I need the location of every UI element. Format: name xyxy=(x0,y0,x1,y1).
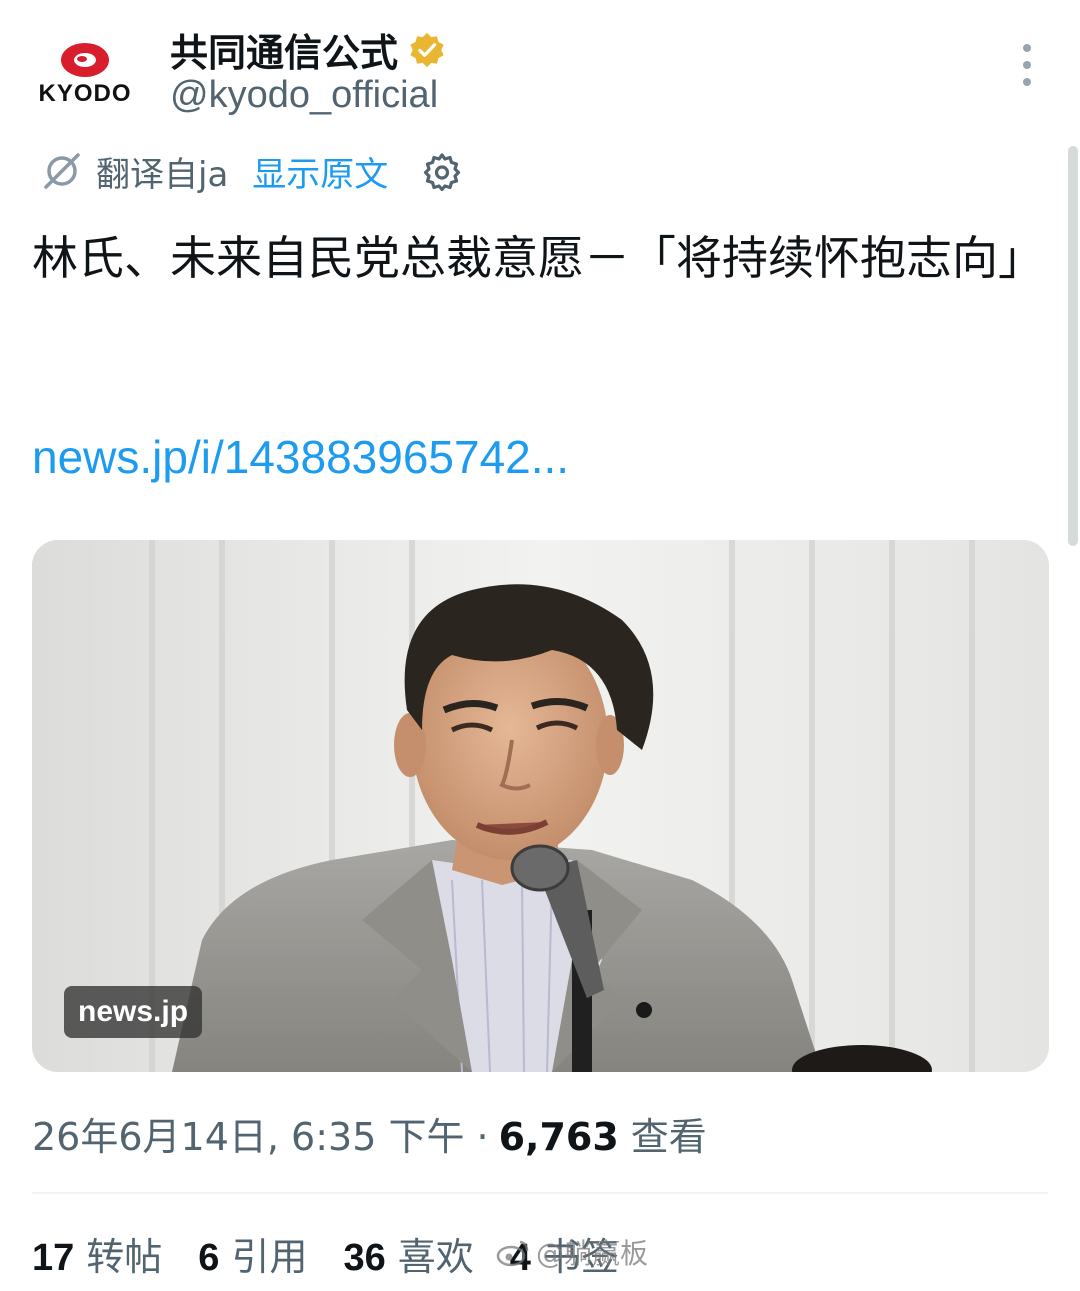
media-source-badge: news.jp xyxy=(64,986,203,1038)
likes-stat[interactable]: 36 喜欢 xyxy=(343,1226,473,1281)
watermark-text: @躺赢板 xyxy=(536,1237,649,1270)
display-name[interactable]: 共同通信公式 xyxy=(170,22,446,77)
views-label: 查看 xyxy=(630,1115,707,1159)
weibo-logo-icon xyxy=(496,1240,529,1267)
likes-count: 36 xyxy=(343,1237,386,1279)
verified-badge-icon xyxy=(410,32,444,67)
tweet-meta: 26年6月14日, 6:35 下午 · 6,763 查看 xyxy=(32,1106,707,1161)
likes-label: 喜欢 xyxy=(397,1235,474,1279)
tweet-link[interactable]: news.jp/i/143883965742... xyxy=(32,430,569,484)
user-handle[interactable]: @kyodo_official xyxy=(170,74,438,117)
media-card[interactable]: news.jp xyxy=(32,540,1049,1072)
reposts-count: 17 xyxy=(32,1237,75,1279)
meta-separator: · xyxy=(476,1115,489,1159)
reposts-label: 转帖 xyxy=(86,1235,163,1279)
avatar-label: KYODO xyxy=(38,80,132,107)
gear-icon[interactable] xyxy=(422,151,462,191)
more-options-icon[interactable] xyxy=(1012,40,1042,90)
kyodo-logo-icon xyxy=(61,43,109,77)
quotes-stat[interactable]: 6 引用 xyxy=(198,1226,307,1281)
translate-icon xyxy=(44,153,80,189)
translation-bar: 翻译自ja 显示原文 xyxy=(40,146,462,196)
quotes-count: 6 xyxy=(198,1237,220,1279)
tweet-detail-view: KYODO 共同通信公式 @kyodo_official 翻译自ja 显示原文 … xyxy=(0,0,1080,1291)
tweet-text: 林氏、未来自民党总裁意愿－「将持续怀抱志向」 xyxy=(32,231,1044,285)
scrollbar[interactable] xyxy=(1068,146,1078,546)
divider xyxy=(32,1192,1048,1194)
quotes-label: 引用 xyxy=(231,1235,308,1279)
display-name-text: 共同通信公式 xyxy=(170,31,399,75)
reposts-stat[interactable]: 17 转帖 xyxy=(32,1226,162,1281)
avatar[interactable]: KYODO xyxy=(30,30,140,120)
timestamp[interactable]: 26年6月14日, 6:35 下午 xyxy=(32,1106,464,1161)
translation-label: 翻译自ja xyxy=(96,154,229,195)
watermark: @躺赢板 xyxy=(496,1232,648,1272)
show-original-link[interactable]: 显示原文 xyxy=(252,147,388,196)
views-count: 6,763 xyxy=(498,1115,619,1159)
